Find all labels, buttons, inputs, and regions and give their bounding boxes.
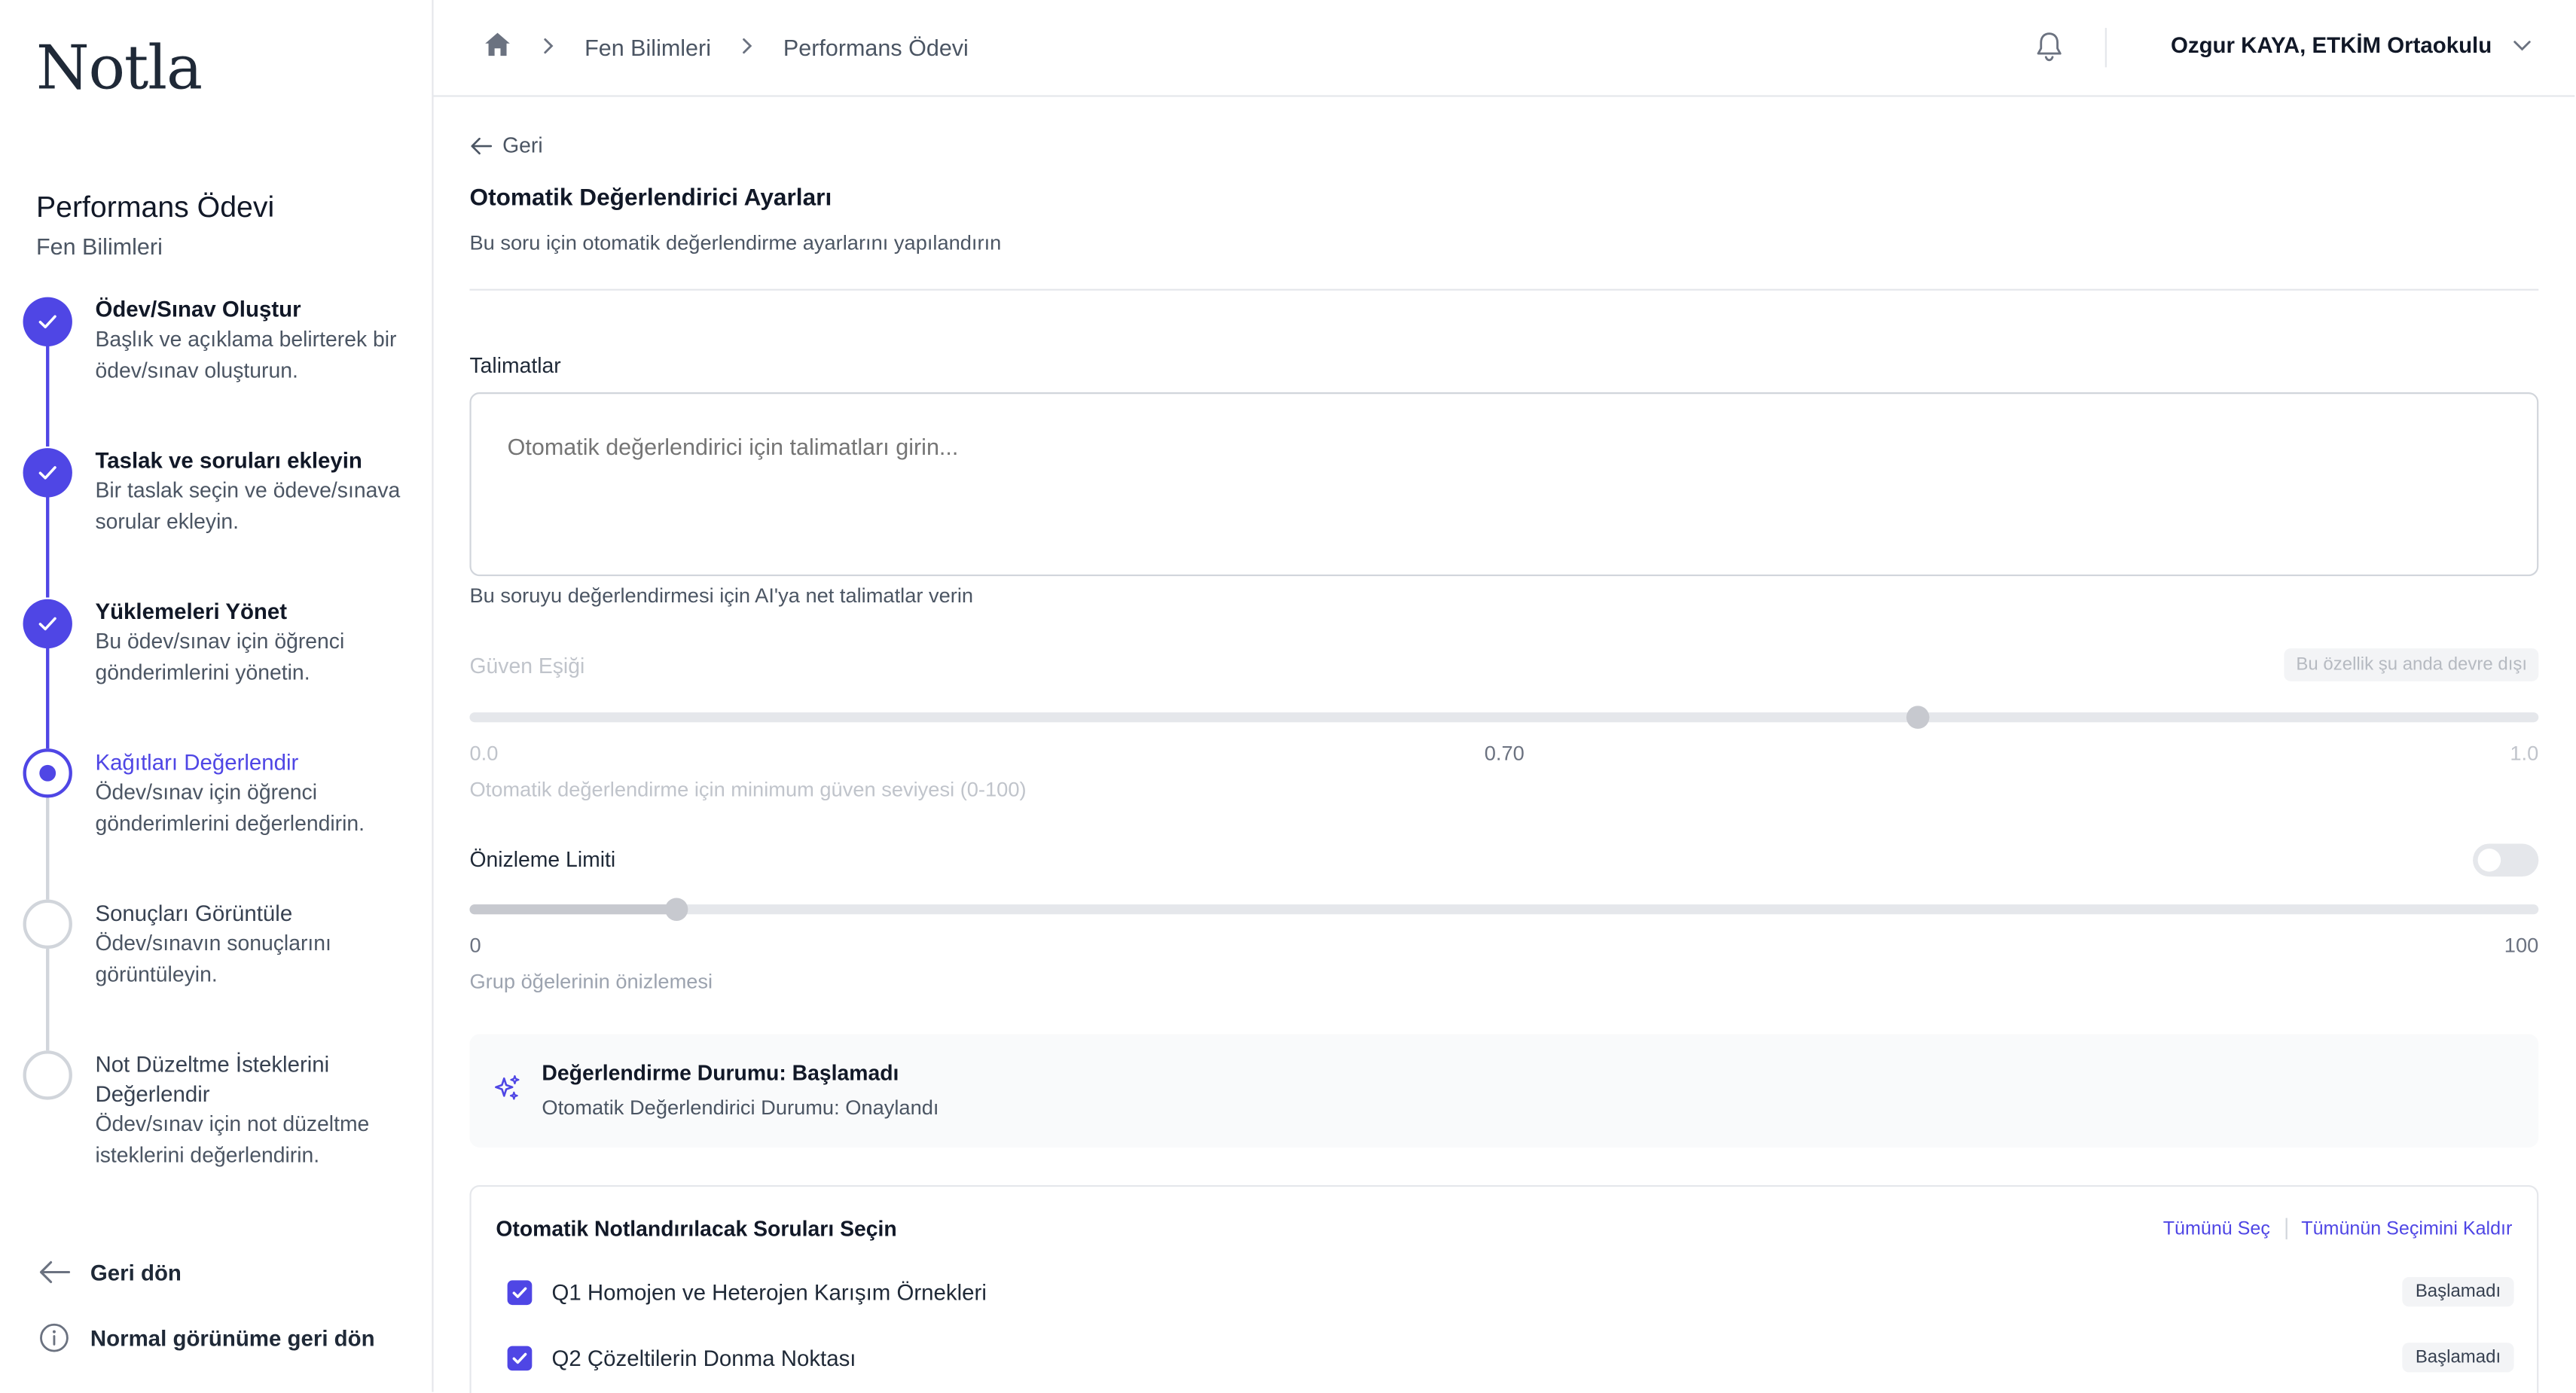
step-description: Başlık ve açıklama belirterek bir ödev/s… <box>95 326 397 382</box>
step-description: Bu ödev/sınav için öğrenci gönderimlerin… <box>95 628 345 684</box>
normal-view-link[interactable]: Normal görünüme geri dön <box>36 1320 375 1356</box>
user-menu[interactable]: Ozgur KAYA, ETKİM Ortaokulu <box>2170 32 2532 58</box>
back-button[interactable]: Geri <box>469 133 543 158</box>
instructions-label: Talimatlar <box>469 352 561 378</box>
instructions-input[interactable] <box>469 392 2539 577</box>
confidence-hint: Otomatik değerlendirme için minimum güve… <box>469 778 1027 801</box>
preview-toggle[interactable] <box>2473 843 2539 877</box>
step-connector <box>46 495 50 598</box>
pending-step-icon <box>23 899 72 949</box>
step-description: Bir taslak seçin ve ödeve/sınava sorular… <box>95 477 401 533</box>
separator <box>2285 1218 2287 1239</box>
assignment-title: Performans Ödevi <box>35 190 275 224</box>
slider-max-label: 1.0 <box>2510 742 2539 765</box>
question-selection-title: Otomatik Notlandırılacak Soruları Seçin <box>496 1216 897 1242</box>
step-title: Sonuçları Görüntüle <box>95 901 293 926</box>
status-badge: Başlamadı <box>2402 1343 2514 1373</box>
arrow-left-icon <box>36 1254 72 1291</box>
pending-step-icon <box>23 1050 72 1100</box>
main-content: Geri Otomatik Değerlendirici Ayarları Bu… <box>469 97 2539 1393</box>
check-icon <box>23 448 72 498</box>
step-connector <box>46 344 50 447</box>
slider-thumb[interactable] <box>664 898 688 921</box>
question-label: Q1 Homojen ve Heterojen Karışım Örnekler… <box>551 1279 987 1305</box>
preview-hint: Grup öğelerinin önizlemesi <box>469 970 713 993</box>
checkbox-checked-icon[interactable] <box>507 1279 533 1305</box>
question-row[interactable]: Q2 Çözeltilerin Donma Noktası Başlamadı <box>507 1340 2514 1376</box>
status-badge: Başlamadı <box>2402 1277 2514 1307</box>
question-row[interactable]: Q1 Homojen ve Heterojen Karışım Örnekler… <box>507 1274 2514 1310</box>
select-all-link[interactable]: Tümünü Seç <box>2163 1219 2270 1239</box>
grading-status-title: Değerlendirme Durumu: Başlamadı <box>542 1060 899 1085</box>
assignment-subject: Fen Bilimleri <box>35 233 163 260</box>
disabled-badge: Bu özellik şu anda devre dışı <box>2285 648 2539 681</box>
slider-fill <box>469 904 677 915</box>
step-connector <box>46 797 50 900</box>
step-title: Kağıtları Değerlendir <box>95 750 299 775</box>
question-selection-card: Otomatik Notlandırılacak Soruları Seçin … <box>469 1184 2539 1393</box>
check-icon <box>23 297 72 346</box>
info-icon <box>36 1320 72 1356</box>
slider-min-label: 0.0 <box>469 742 499 765</box>
go-back-link[interactable]: Geri dön <box>36 1254 182 1291</box>
question-label: Q2 Çözeltilerin Donma Noktası <box>551 1345 856 1370</box>
home-icon[interactable] <box>483 29 512 64</box>
breadcrumb: Fen Bilimleri Performans Ödevi <box>483 29 969 64</box>
arrow-left-icon <box>471 136 493 154</box>
breadcrumb-assignment[interactable]: Performans Ödevi <box>783 34 969 60</box>
checkbox-checked-icon[interactable] <box>507 1345 533 1370</box>
step-title: Not Düzeltme İsteklerini Değerlendir <box>95 1052 330 1107</box>
step-connector <box>46 949 50 1051</box>
sidebar: Notla Performans Ödevi Fen Bilimleri Öde… <box>0 0 434 1392</box>
step-connector <box>46 646 50 749</box>
chevron-right-icon <box>542 35 554 59</box>
normal-view-label: Normal görünüme geri dön <box>90 1325 375 1351</box>
preview-slider[interactable] <box>469 898 2539 921</box>
grading-status-panel: Değerlendirme Durumu: Başlamadı Otomatik… <box>469 1034 2539 1148</box>
page-subtitle: Bu soru için otomatik değerlendirme ayar… <box>469 231 1002 255</box>
chevron-right-icon <box>740 35 753 59</box>
breadcrumb-subject[interactable]: Fen Bilimleri <box>584 34 711 60</box>
slider-min-label: 0 <box>469 934 481 957</box>
user-name: Ozgur KAYA, ETKİM Ortaokulu <box>2170 32 2492 58</box>
instructions-hint: Bu soruyu değerlendirmesi için AI'ya net… <box>469 584 974 608</box>
header-divider <box>2104 28 2107 68</box>
slider-thumb[interactable] <box>1906 706 1930 729</box>
back-label: Geri <box>502 133 543 158</box>
step-title: Taslak ve soruları ekleyin <box>95 448 362 473</box>
preview-label: Önizleme Limiti <box>469 846 616 872</box>
deselect-all-link[interactable]: Tümünün Seçimini Kaldır <box>2301 1219 2512 1239</box>
slider-max-label: 100 <box>2504 934 2539 957</box>
go-back-label: Geri dön <box>90 1260 182 1285</box>
step-description: Ödev/sınav için öğrenci gönderimlerini d… <box>95 779 365 835</box>
selection-actions: Tümünü Seç Tümünün Seçimini Kaldır <box>2163 1218 2512 1239</box>
grader-status-text: Otomatik Değerlendirici Durumu: Onayland… <box>542 1096 939 1120</box>
step-title: Ödev/Sınav Oluştur <box>95 297 301 322</box>
current-step-icon <box>23 748 72 798</box>
bell-icon[interactable] <box>2033 29 2066 72</box>
step-description: Ödev/sınavın sonuçlarını görüntüleyin. <box>95 931 331 986</box>
slider-value-label: 0.70 <box>1484 742 1525 765</box>
check-icon <box>23 599 72 649</box>
step-title: Yüklemeleri Yönet <box>95 599 288 624</box>
divider <box>469 288 2539 291</box>
page-title: Otomatik Değerlendirici Ayarları <box>469 185 832 212</box>
sparkles-icon <box>493 1074 522 1111</box>
confidence-label: Güven Eşiği <box>469 653 585 678</box>
step-description: Ödev/sınav için not düzeltme isteklerini… <box>95 1111 370 1166</box>
top-header: Fen Bilimleri Performans Ödevi Ozgur KAY… <box>433 0 2575 97</box>
app-logo[interactable]: Notla <box>36 33 203 104</box>
confidence-slider[interactable] <box>469 706 2539 729</box>
chevron-down-icon <box>2511 33 2531 58</box>
